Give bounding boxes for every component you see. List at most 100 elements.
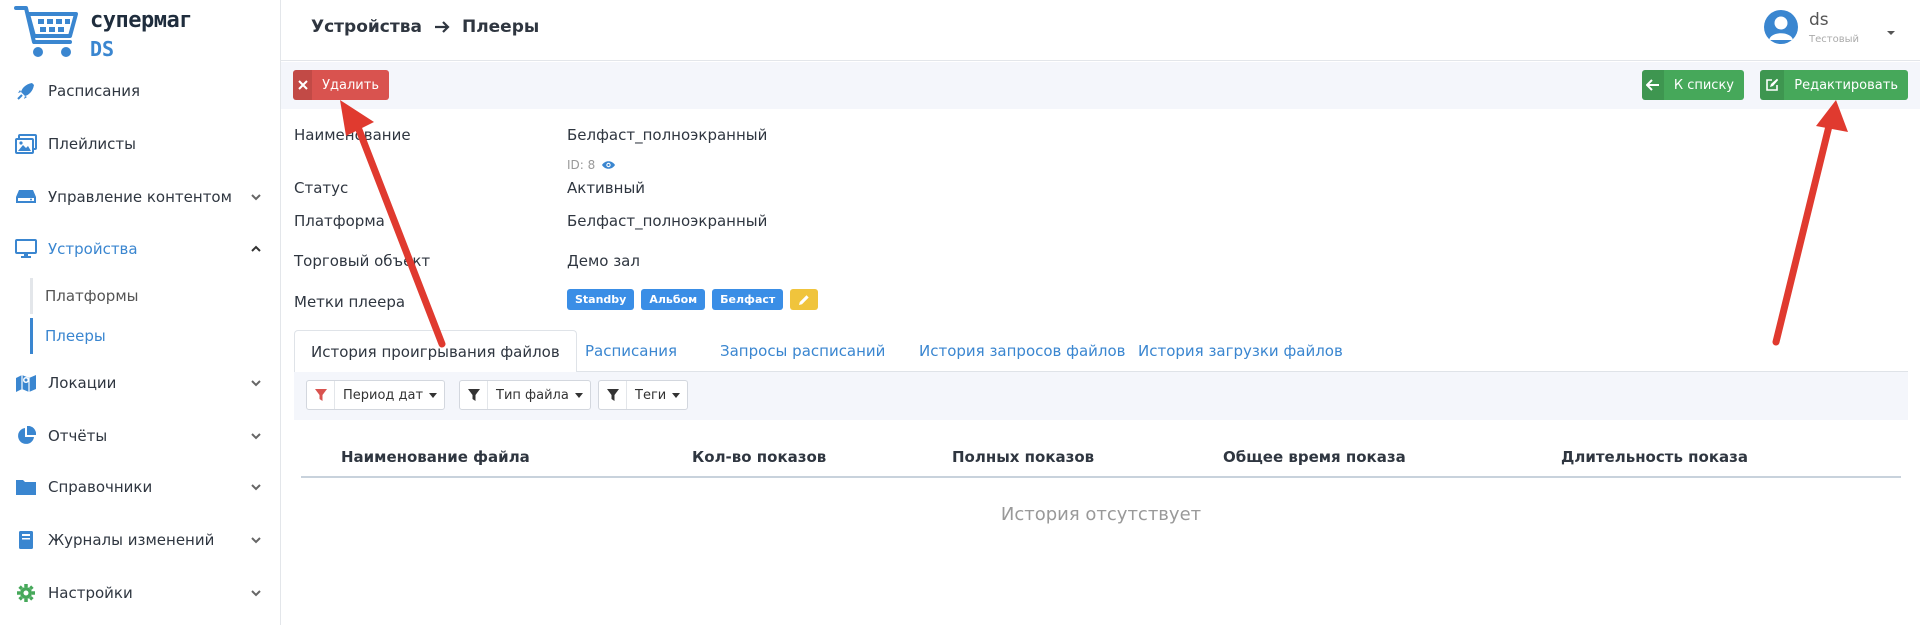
filter-label: Период дат [343, 387, 424, 403]
sidebar-item-settings[interactable]: Настройки [0, 573, 280, 613]
sidebar-item-changelogs[interactable]: Журналы изменений [0, 520, 280, 560]
delete-button-label: Удалить [322, 77, 379, 93]
caret-down-icon [672, 392, 681, 398]
pencil-icon [799, 294, 809, 305]
player-id: ID: 8 [567, 158, 596, 172]
user-menu[interactable]: ds Тестовый [1764, 10, 1895, 54]
tab-file-download-history[interactable]: История загрузки файлов [1122, 330, 1359, 372]
hdd-icon [15, 186, 37, 208]
close-icon [293, 70, 313, 100]
rocket-icon [15, 80, 37, 102]
user-name: ds [1809, 10, 1829, 30]
chevron-up-icon [251, 245, 261, 252]
logo-title: супермаг [90, 8, 192, 33]
arrow-left-icon [1642, 70, 1664, 100]
detail-key: Наименование [294, 126, 411, 144]
detail-key: Метки плеера [294, 293, 406, 311]
delete-button[interactable]: Удалить [293, 70, 389, 100]
column-header[interactable]: Длительность показа [1561, 448, 1748, 466]
sidebar-item-locations[interactable]: Локации [0, 363, 280, 403]
arrow-right-icon [434, 21, 450, 33]
column-header[interactable]: Полных показов [952, 448, 1094, 466]
app-root: супермаг DS Расписания Плейлисты Управле… [0, 0, 1920, 625]
book-icon [15, 529, 37, 551]
map-icon [15, 372, 37, 394]
sidebar-subitem-players[interactable]: Плееры [30, 318, 280, 354]
tab-playback-history[interactable]: История проигрывания файлов [294, 330, 577, 373]
sidebar-item-label: Расписания [48, 82, 141, 100]
top-header: Устройства Плееры ds Тестовый [281, 0, 1920, 61]
edit-tags-button[interactable] [790, 289, 819, 310]
edit-button[interactable]: Редактировать [1760, 70, 1908, 100]
sidebar-subitem-platforms[interactable]: Платформы [30, 278, 280, 314]
filter-icon [307, 381, 335, 409]
chevron-down-icon [251, 590, 261, 597]
logo-subtitle: DS [90, 37, 115, 61]
back-to-list-button[interactable]: К списку [1642, 70, 1744, 100]
breadcrumb: Устройства Плееры [311, 17, 539, 37]
sidebar-item-label: Справочники [48, 478, 153, 496]
caret-down-icon [1887, 31, 1895, 35]
tab-schedule-requests[interactable]: Запросы расписаний [704, 330, 901, 372]
user-role: Тестовый [1809, 34, 1859, 45]
edit-button-label: Редактировать [1794, 77, 1898, 93]
detail-value: Демо зал [567, 252, 640, 270]
column-header[interactable]: Наименование файла [341, 448, 530, 466]
caret-down-icon [574, 392, 583, 398]
chevron-down-icon [251, 433, 261, 440]
column-header[interactable]: Общее время показа [1223, 448, 1406, 466]
chevron-down-icon [251, 194, 261, 201]
gear-icon [15, 582, 37, 604]
sidebar: супермаг DS Расписания Плейлисты Управле… [0, 0, 281, 625]
detail-key: Платформа [294, 212, 385, 230]
sidebar-item-label: Настройки [48, 584, 133, 602]
tab-schedules[interactable]: Расписания [569, 330, 693, 372]
caret-down-icon [429, 392, 438, 398]
chevron-down-icon [251, 484, 261, 491]
file-type-filter[interactable]: Тип файла [459, 380, 591, 410]
sidebar-item-label: Управление контентом [48, 188, 232, 206]
sidebar-subitem-label: Плееры [45, 327, 106, 345]
pie-chart-icon [15, 425, 37, 447]
filter-label: Тип файла [496, 387, 569, 403]
sidebar-item-devices[interactable]: Устройства [0, 229, 280, 269]
chevron-down-icon [251, 380, 261, 387]
sidebar-item-reports[interactable]: Отчёты [0, 416, 280, 456]
detail-key: Статус [294, 179, 349, 197]
sidebar-item-label: Журналы изменений [48, 531, 215, 549]
tab-bar: История проигрывания файлов Расписания З… [294, 330, 1908, 373]
table-header: Наименование файла Кол-во показов Полных… [301, 440, 1901, 478]
tab-file-request-history[interactable]: История запросов файлов [903, 330, 1142, 372]
annotation-arrow-edit [1772, 100, 1848, 346]
tag-badge[interactable]: Альбом [641, 289, 706, 310]
cart-logo-icon [14, 6, 78, 57]
chevron-down-icon [251, 537, 261, 544]
eye-icon[interactable] [601, 160, 616, 170]
tags-filter[interactable]: Теги [598, 380, 689, 410]
sidebar-item-schedules[interactable]: Расписания [0, 71, 280, 111]
sidebar-item-playlists[interactable]: Плейлисты [0, 124, 280, 164]
tag-badge[interactable]: Белфаст [712, 289, 784, 310]
sidebar-item-label: Отчёты [48, 427, 108, 445]
tag-badge[interactable]: Standby [567, 289, 635, 310]
filter-icon [460, 381, 488, 409]
column-header[interactable]: Кол-во показов [692, 448, 826, 466]
images-icon [15, 133, 37, 155]
date-period-filter[interactable]: Период дат [306, 380, 446, 410]
tag-list: Standby Альбом Белфаст [567, 289, 819, 310]
filter-icon [599, 381, 627, 409]
sidebar-item-references[interactable]: Справочники [0, 467, 280, 507]
id-line: ID: 8 [567, 158, 616, 172]
sidebar-item-label: Плейлисты [48, 135, 137, 153]
back-button-label: К списку [1673, 77, 1734, 93]
logo[interactable]: супермаг DS [14, 4, 214, 62]
sidebar-item-content[interactable]: Управление контентом [0, 177, 280, 217]
action-toolbar: Удалить К списку Редактировать [281, 62, 1920, 109]
filter-label: Теги [635, 387, 667, 403]
sidebar-item-label: Устройства [48, 240, 138, 258]
detail-value: Белфаст_полноэкранный [567, 212, 768, 230]
breadcrumb-devices[interactable]: Устройства [311, 17, 422, 37]
monitor-icon [15, 238, 37, 260]
sidebar-subitem-label: Платформы [45, 287, 139, 305]
breadcrumb-players: Плееры [461, 17, 540, 37]
